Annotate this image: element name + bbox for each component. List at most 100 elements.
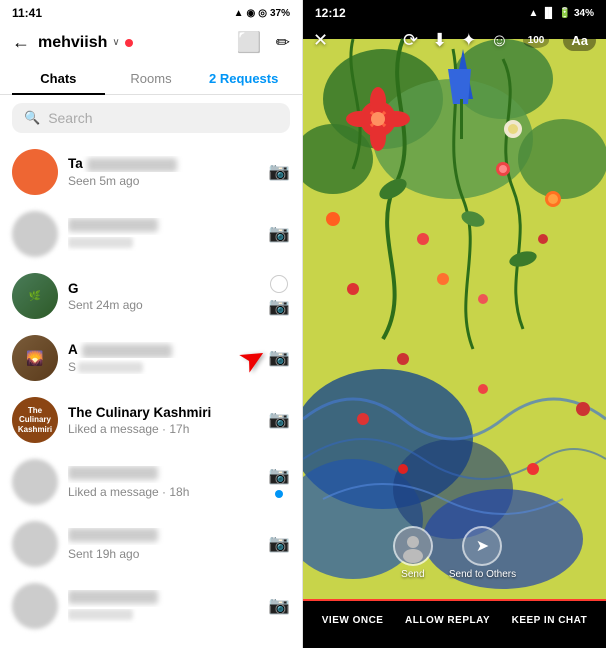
chat-right: 📷 <box>269 534 290 554</box>
chat-right: 📷 <box>269 162 290 182</box>
chat-name: G <box>68 281 259 296</box>
header-right: ⬜ ✏ <box>237 30 290 55</box>
avatar <box>12 149 58 195</box>
chat-right: 📷 <box>269 275 290 317</box>
chat-item[interactable]: 📷 <box>0 575 302 637</box>
chat-status <box>68 237 259 251</box>
chat-status: Liked a message · 17h <box>68 422 259 436</box>
back-button[interactable]: ← <box>12 32 30 53</box>
refresh-icon[interactable]: ⟳ <box>403 30 418 51</box>
search-bar[interactable]: 🔍 Search <box>12 103 290 133</box>
camera-icon[interactable]: 📷 <box>269 466 290 486</box>
chat-name: A <box>68 342 259 357</box>
send-others-button[interactable]: ➤ Send to Others <box>449 526 516 580</box>
chat-status <box>68 609 259 623</box>
status-bar-left: 11:41 ▲ ◉ ◎ 37% <box>0 0 302 24</box>
camera-icon[interactable]: 📷 <box>269 162 290 182</box>
camera-icon[interactable]: 📷 <box>269 596 290 616</box>
camera-icon[interactable]: 📷 <box>269 410 290 430</box>
camera-icon[interactable]: 📷 <box>269 297 290 317</box>
toolbar-right: ⟳ ⬇ ✦ ☺ 100 Aa <box>403 30 596 51</box>
battery-text: 34% <box>574 8 594 19</box>
chat-name <box>68 528 259 545</box>
username-text: mehviish <box>38 34 107 52</box>
status-bar-right: 12:12 ▲ ▐▌ 🔋 34% <box>303 0 606 24</box>
download-icon[interactable]: ⬇ <box>432 30 447 51</box>
chat-item[interactable]: Ta Seen 5m ago 📷 <box>0 141 302 203</box>
chat-right: 📷 <box>269 348 290 368</box>
top-toolbar: ✕ ⟳ ⬇ ✦ ☺ 100 Aa <box>303 24 606 57</box>
avatar: The Culinary Kashmiri <box>12 397 58 443</box>
username-row: mehviish ∨ <box>38 34 133 52</box>
search-icon: 🔍 <box>24 110 40 126</box>
video-call-icon[interactable]: ⬜ <box>237 30 262 55</box>
active-dot <box>125 39 133 47</box>
compose-icon[interactable]: ✏ <box>276 33 290 53</box>
chat-info: G Sent 24m ago <box>68 281 259 312</box>
avatar <box>12 211 58 257</box>
chat-name <box>68 590 259 607</box>
chat-name: Ta <box>68 156 259 171</box>
avatar <box>12 521 58 567</box>
chat-item[interactable]: Sent 19h ago 📷 <box>0 513 302 575</box>
send-others-icon: ➤ <box>462 526 502 566</box>
camera-icon[interactable]: 📷 <box>269 224 290 244</box>
close-icon[interactable]: ✕ <box>313 30 328 51</box>
hundred-badge: 100 <box>523 33 550 48</box>
circle-outline <box>270 275 288 293</box>
chat-status: Sent 19h ago <box>68 547 259 561</box>
avatar <box>12 459 58 505</box>
chat-info <box>68 590 259 623</box>
chat-name: The Culinary Kashmiri <box>68 405 259 420</box>
camera-icon[interactable]: 📷 <box>269 534 290 554</box>
chat-right: 📷 <box>269 410 290 430</box>
sparkle-icon[interactable]: ✦ <box>461 30 476 51</box>
emoji-icon[interactable]: ☺ <box>490 30 508 51</box>
aa-text[interactable]: Aa <box>563 30 596 51</box>
chat-info: A S <box>68 342 259 373</box>
header: ← mehviish ∨ ⬜ ✏ <box>0 24 302 63</box>
chat-info: Sent 19h ago <box>68 528 259 561</box>
chat-status: Seen 5m ago <box>68 174 259 188</box>
tab-chats[interactable]: Chats <box>12 63 105 94</box>
status-time-right: 12:12 <box>315 6 346 20</box>
chat-name <box>68 218 259 235</box>
unread-dot <box>275 490 283 498</box>
send-button[interactable]: Send <box>393 526 433 580</box>
header-left: ← mehviish ∨ <box>12 32 133 53</box>
chat-right: 📷 <box>269 466 290 498</box>
chat-status: Sent 24m ago <box>68 298 259 312</box>
send-label: Send <box>401 569 424 580</box>
avatar: 🌿 <box>12 273 58 319</box>
send-others-label: Send to Others <box>449 569 516 580</box>
tab-requests[interactable]: 2 Requests <box>197 63 290 94</box>
chat-item[interactable]: 🌄 A S 📷 ➤ <box>0 327 302 389</box>
camera-icon[interactable]: 📷 <box>269 348 290 368</box>
tab-rooms[interactable]: Rooms <box>105 63 198 94</box>
chat-item[interactable]: The Culinary Kashmiri The Culinary Kashm… <box>0 389 302 451</box>
avatar: 🌄 <box>12 335 58 381</box>
search-input[interactable]: Search <box>48 110 92 126</box>
chat-item[interactable]: 🌿 G Sent 24m ago 📷 <box>0 265 302 327</box>
chat-right: 📷 <box>269 224 290 244</box>
chat-info <box>68 218 259 251</box>
bottom-actions-bar: VIEW ONCE ALLOW REPLAY KEEP IN CHAT <box>303 599 606 648</box>
chat-item[interactable]: Liked a message · 18h 📷 <box>0 451 302 513</box>
chat-status: Liked a message · 18h <box>68 485 259 499</box>
right-panel: 12:12 ▲ ▐▌ 🔋 34% ✕ ⟳ ⬇ ✦ ☺ 100 Aa <box>303 0 606 648</box>
chat-list: Ta Seen 5m ago 📷 📷 <box>0 141 302 648</box>
chat-item[interactable]: 📷 <box>0 203 302 265</box>
chat-status: S <box>68 360 259 374</box>
status-time-left: 11:41 <box>12 6 42 20</box>
send-bar: Send ➤ Send to Others <box>303 518 606 588</box>
chat-info: Liked a message · 18h <box>68 466 259 499</box>
status-icons-right: ▲ ▐▌ 🔋 34% <box>528 8 594 19</box>
chevron-down-icon[interactable]: ∨ <box>112 37 119 48</box>
keep-in-chat-button[interactable]: KEEP IN CHAT <box>506 611 594 630</box>
chat-name <box>68 466 259 483</box>
view-once-button[interactable]: VIEW ONCE <box>316 611 390 630</box>
left-panel: 11:41 ▲ ◉ ◎ 37% ← mehviish ∨ ⬜ ✏ Chats R… <box>0 0 303 648</box>
allow-replay-button[interactable]: ALLOW REPLAY <box>399 611 496 630</box>
status-icons-left: ▲ ◉ ◎ 37% <box>234 8 290 19</box>
photo-view: Send ➤ Send to Others <box>303 0 606 648</box>
